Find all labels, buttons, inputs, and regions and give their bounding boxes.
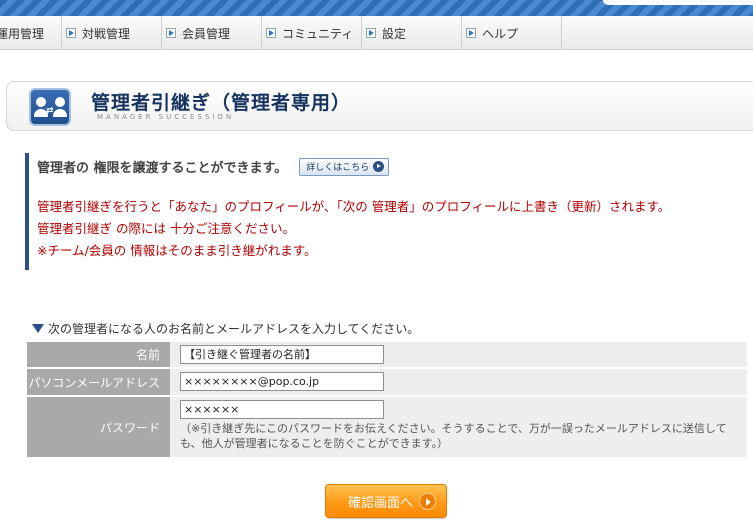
form-intro-text: 次の管理者になる人のお名前とメールアドレスを入力してください。 xyxy=(48,322,420,336)
top-banner xyxy=(0,0,753,16)
notice-heading: 管理者の 権限を譲渡することができます。 xyxy=(37,161,288,176)
name-label: 名前 xyxy=(27,342,170,367)
form-intro: 次の管理者になる人のお名前とメールアドレスを入力してください。 xyxy=(32,320,419,337)
top-banner-edge xyxy=(603,0,753,5)
nav-item-operation[interactable]: 運用管理 xyxy=(0,16,62,50)
confirm-button-label: 確認画面へ xyxy=(348,495,414,511)
arrow-right-icon xyxy=(166,28,176,38)
users-swap-icon: ⇄ xyxy=(29,88,71,126)
arrow-right-icon xyxy=(366,28,376,38)
name-field[interactable]: 【引き継ぐ管理者の名前】 xyxy=(180,345,384,364)
notice-line-3: ※チーム/会員の 情報はそのまま引き継がれます。 xyxy=(37,243,317,258)
notice-line-2: 管理者引継ぎ の際には 十分ご注意ください。 xyxy=(37,221,295,236)
form-row-mail: パソコンメールアドレス ××××××××@pop.co.jp xyxy=(27,369,747,397)
password-label: パスワード xyxy=(27,397,170,457)
arrow-right-icon xyxy=(466,28,476,38)
nav-item-label: コミュニティ xyxy=(282,26,354,41)
arrow-right-icon xyxy=(66,28,76,38)
nav-item-community[interactable]: コミュニティ xyxy=(262,16,362,50)
page-subtitle: MANAGER SUCCESSION xyxy=(97,113,235,121)
password-field[interactable]: ×××××× xyxy=(180,400,384,419)
nav-item-label: 会員管理 xyxy=(182,26,231,41)
detail-button[interactable]: 詳しくはこちら xyxy=(299,157,390,176)
confirm-button[interactable]: 確認画面へ xyxy=(325,484,447,518)
password-note: （※引き継ぎ先にこのパスワードをお伝えください。そうすることで、万が一誤ったメー… xyxy=(180,422,727,450)
main-nav: 運用管理 対戦管理 会員管理 コミュニティ 設定 ヘルプ xyxy=(0,16,753,50)
nav-item-label: ヘルプ xyxy=(482,26,519,41)
notice-line-1: 管理者引継ぎを行うと「あなた」のプロフィールが、「次の 管理者」のプロフィールに… xyxy=(37,199,671,214)
nav-item-label: 対戦管理 xyxy=(82,26,131,41)
email-field[interactable]: ××××××××@pop.co.jp xyxy=(180,372,384,391)
detail-button-label: 詳しくはこちら xyxy=(306,163,370,173)
nav-item-label: 運用管理 xyxy=(0,26,45,41)
nav-item-settings[interactable]: 設定 xyxy=(362,16,462,50)
mail-label: パソコンメールアドレス xyxy=(27,369,170,395)
triangle-down-icon xyxy=(32,324,44,333)
nav-item-label: 設定 xyxy=(382,26,407,41)
arrow-right-icon xyxy=(266,28,276,38)
notice-box: 管理者の 権限を譲渡することができます。 詳しくはこちら 管理者引継ぎを行うと「… xyxy=(25,153,725,270)
succession-form: 名前 【引き継ぐ管理者の名前】 パソコンメールアドレス ××××××××@pop… xyxy=(27,342,747,459)
nav-item-match[interactable]: 対戦管理 xyxy=(62,16,162,50)
nav-item-members[interactable]: 会員管理 xyxy=(162,16,262,50)
page-header: ⇄ 管理者引継ぎ（管理者専用） MANAGER SUCCESSION xyxy=(6,81,753,131)
nav-item-help[interactable]: ヘルプ xyxy=(462,16,562,50)
page-title: 管理者引継ぎ（管理者専用） xyxy=(91,92,352,114)
arrow-circle-icon xyxy=(373,161,385,172)
form-row-name: 名前 【引き継ぐ管理者の名前】 xyxy=(27,342,747,369)
form-row-password: パスワード ×××××× （※引き継ぎ先にこのパスワードをお伝えください。そうす… xyxy=(27,397,747,459)
arrow-circle-icon xyxy=(419,493,436,510)
